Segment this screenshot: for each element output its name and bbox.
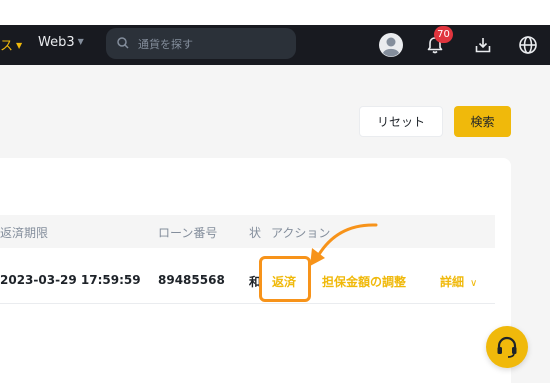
nav-services-label: ス bbox=[0, 39, 14, 54]
caret-down-icon: ▼ bbox=[77, 37, 84, 46]
table-header: 返済期限 ローン番号 状 アクション bbox=[0, 215, 495, 248]
chevron-down-icon: ∨ bbox=[470, 278, 478, 289]
top-navbar: ス▼ Web3▼ 70 bbox=[0, 25, 550, 65]
language-button[interactable] bbox=[516, 25, 540, 65]
headset-icon bbox=[497, 336, 517, 358]
globe-icon bbox=[519, 36, 537, 54]
header-loan-number: ローン番号 bbox=[158, 226, 218, 240]
notification-badge: 70 bbox=[434, 26, 453, 43]
search-icon bbox=[117, 37, 129, 49]
header-status: 状 bbox=[249, 226, 262, 240]
cell-loan-number: 89485568 bbox=[158, 273, 225, 287]
reset-button[interactable]: リセット bbox=[359, 106, 443, 137]
download-icon bbox=[475, 38, 491, 53]
search-button[interactable]: 検索 bbox=[454, 106, 511, 137]
adjust-collateral-button[interactable]: 担保金額の調整 bbox=[322, 273, 406, 290]
customer-support-button[interactable] bbox=[486, 326, 528, 368]
avatar[interactable] bbox=[378, 25, 404, 65]
pointer-arrow-icon bbox=[310, 223, 378, 266]
download-button[interactable] bbox=[471, 25, 495, 65]
details-label: 詳細 bbox=[440, 275, 465, 289]
top-strip bbox=[0, 0, 550, 25]
table-row: 2023-03-29 17:59:59 89485568 和 返済 担保金額の調… bbox=[0, 258, 495, 304]
nav-web3-label: Web3 bbox=[38, 35, 75, 50]
search-box[interactable] bbox=[106, 28, 296, 59]
details-button[interactable]: 詳細 ∨ bbox=[440, 273, 477, 290]
nav-services-menu[interactable]: ス ▼ bbox=[0, 35, 22, 54]
caret-down-icon: ▼ bbox=[16, 41, 23, 50]
cell-due-date: 2023-03-29 17:59:59 bbox=[0, 273, 141, 287]
user-avatar-icon bbox=[379, 33, 403, 57]
search-input[interactable] bbox=[138, 35, 288, 53]
header-due-date: 返済期限 bbox=[0, 226, 49, 240]
loan-table-panel: 返済期限 ローン番号 状 アクション 2023-03-29 17:59:59 8… bbox=[0, 158, 511, 383]
nav-web3-menu[interactable]: Web3 ▼ bbox=[38, 35, 84, 50]
